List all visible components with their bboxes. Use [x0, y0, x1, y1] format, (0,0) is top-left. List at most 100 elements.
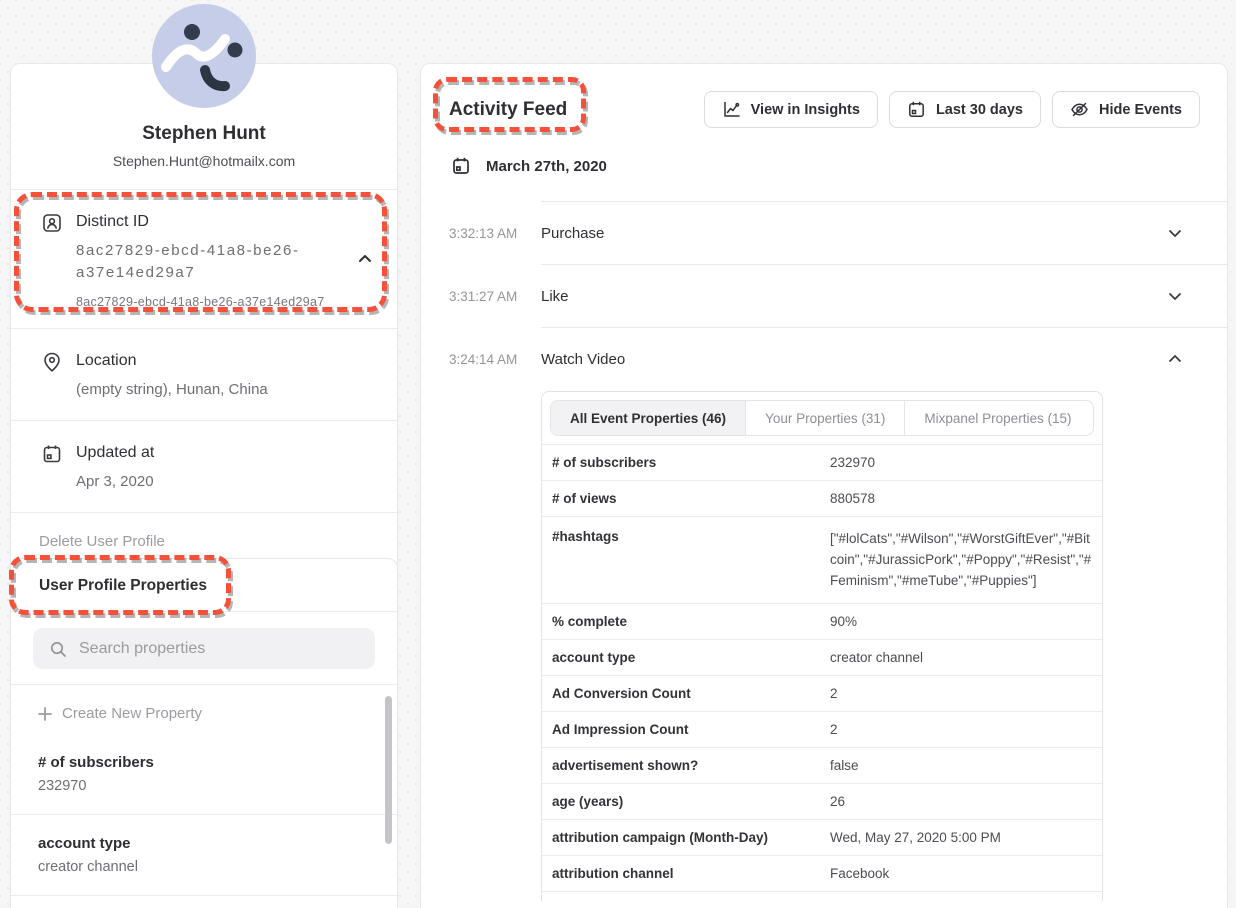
plus-icon	[38, 707, 52, 721]
property-key: attribution channel	[542, 858, 830, 890]
user-profile-card: Stephen Hunt Stephen.Hunt@hotmailx.com D…	[10, 63, 398, 573]
property-value: false	[830, 748, 1102, 783]
updated-at-body: Updated at Apr 3, 2020	[76, 442, 373, 493]
event-properties-table: # of subscribers 232970 # of views 88057…	[542, 444, 1102, 901]
chevron-down-icon[interactable]	[1167, 225, 1183, 241]
event-row-watch-video[interactable]: 3:24:14 AM Watch Video	[421, 328, 1227, 390]
table-row: attribution campaign (Month-Day) Wed, Ma…	[542, 819, 1102, 855]
scrollbar-thumb[interactable]	[385, 696, 392, 844]
property-value: Wed, May 27, 2020 5:00 PM	[830, 820, 1102, 855]
location-value: (empty string), Hunan, China	[76, 379, 373, 401]
calendar-icon	[41, 443, 63, 465]
distinct-id-label: Distinct ID	[76, 211, 373, 233]
event-row-like[interactable]: 3:31:27 AM Like	[421, 265, 1227, 327]
property-key: # of subscribers	[542, 447, 830, 479]
user-email: Stephen.Hunt@hotmailx.com	[31, 151, 377, 171]
property-list-item[interactable]: # of subscribers 232970	[11, 734, 397, 814]
event-properties-tabs: All Event Properties (46) Your Propertie…	[550, 400, 1094, 436]
table-row: % complete 90%	[542, 603, 1102, 639]
hide-events-button[interactable]: Hide Events	[1052, 91, 1200, 128]
calendar-icon	[451, 156, 471, 176]
activity-feed-title: Activity Feed	[449, 97, 567, 123]
calendar-icon	[907, 100, 926, 119]
updated-at-value: Apr 3, 2020	[76, 471, 373, 493]
feed-buttons: View in Insights Last 30 days Hide Event…	[704, 91, 1200, 128]
activity-feed-card: Activity Feed View in Insights Last 30 d…	[420, 63, 1228, 908]
line-chart-icon	[722, 100, 741, 119]
property-value: Facebook	[830, 856, 1102, 891]
table-row: # of subscribers 232970	[542, 444, 1102, 480]
property-name: account type	[38, 834, 373, 854]
tab-your-properties[interactable]: Your Properties (31)	[746, 401, 905, 435]
properties-title: User Profile Properties	[39, 577, 207, 594]
divider	[11, 895, 397, 896]
search-box[interactable]	[33, 628, 375, 669]
table-row: # of views 880578	[542, 480, 1102, 516]
updated-at-section: Updated at Apr 3, 2020	[11, 421, 397, 512]
property-value: 26	[830, 784, 1102, 819]
property-key: Ad Conversion Count	[542, 678, 830, 710]
event-time: 3:31:27 AM	[449, 289, 541, 304]
date-range-label: Last 30 days	[936, 102, 1023, 118]
location-section: Location (empty string), Hunan, China	[11, 329, 397, 420]
tab-mixpanel-properties[interactable]: Mixpanel Properties (15)	[905, 401, 1090, 435]
activity-feed-header: Activity Feed View in Insights Last 30 d…	[421, 64, 1227, 128]
event-name: Like	[541, 288, 1167, 305]
property-key: Ad Impression Count	[542, 714, 830, 746]
property-value: 90%	[830, 604, 1102, 639]
properties-list: Create New Property # of subscribers 232…	[11, 685, 397, 896]
table-row: Ad Conversion Count 2	[542, 675, 1102, 711]
location-pin-icon	[41, 351, 63, 373]
location-body: Location (empty string), Hunan, China	[76, 350, 373, 401]
avatar	[152, 4, 256, 108]
event-name: Purchase	[541, 225, 1167, 242]
event-properties-panel: All Event Properties (46) Your Propertie…	[541, 391, 1103, 901]
search-icon	[49, 640, 67, 658]
properties-title-row: User Profile Properties	[11, 559, 397, 611]
create-new-property-label: Create New Property	[62, 705, 202, 722]
distinct-id-body: Distinct ID 8ac27829-ebcd-41a8-be26-a37e…	[76, 211, 373, 309]
property-value: creator channel	[38, 857, 373, 877]
tab-all-event-properties[interactable]: All Event Properties (46)	[551, 401, 746, 435]
date-group-label: March 27th, 2020	[486, 158, 607, 175]
distinct-id-section[interactable]: Distinct ID 8ac27829-ebcd-41a8-be26-a37e…	[11, 190, 397, 328]
distinct-id-subvalue: 8ac27829-ebcd-41a8-be26-a37e14ed29a7	[76, 295, 373, 309]
event-time: 3:32:13 AM	[449, 226, 541, 241]
property-value: ["#lolCats","#Wilson","#WorstGiftEver","…	[830, 517, 1102, 603]
search-wrap	[11, 612, 397, 684]
view-in-insights-button[interactable]: View in Insights	[704, 91, 878, 128]
property-value: 2	[830, 676, 1102, 711]
event-time: 3:24:14 AM	[449, 352, 541, 367]
id-badge-icon	[41, 212, 63, 234]
table-row: account type creator channel	[542, 639, 1102, 675]
location-label: Location	[76, 350, 373, 372]
table-row: advertisement shown? false	[542, 747, 1102, 783]
event-row-purchase[interactable]: 3:32:13 AM Purchase	[421, 202, 1227, 264]
create-new-property-button[interactable]: Create New Property	[11, 685, 397, 734]
chevron-down-icon[interactable]	[1167, 288, 1183, 304]
property-value: 232970	[830, 445, 1102, 480]
date-range-button[interactable]: Last 30 days	[889, 91, 1041, 128]
property-key: # of views	[542, 483, 830, 515]
property-list-item[interactable]: account type creator channel	[11, 814, 397, 895]
search-properties-input[interactable]	[79, 640, 359, 658]
property-key: age (years)	[542, 786, 830, 818]
property-key: % complete	[542, 606, 830, 638]
property-key: account type	[542, 642, 830, 674]
table-row: #hashtags ["#lolCats","#Wilson","#WorstG…	[542, 516, 1102, 603]
property-name: # of subscribers	[38, 753, 373, 773]
property-value: creator channel	[830, 640, 1102, 675]
eye-off-icon	[1070, 100, 1089, 119]
property-value: 2	[830, 712, 1102, 747]
chevron-up-icon[interactable]	[1167, 351, 1183, 367]
view-in-insights-label: View in Insights	[751, 102, 860, 118]
hide-events-label: Hide Events	[1099, 102, 1182, 118]
chevron-up-icon[interactable]	[357, 251, 373, 267]
property-key: advertisement shown?	[542, 750, 830, 782]
user-name: Stephen Hunt	[31, 122, 377, 146]
event-name: Watch Video	[541, 351, 1167, 368]
distinct-id-value: 8ac27829-ebcd-41a8-be26-a37e14ed29a7	[76, 240, 348, 284]
property-value: 880578	[830, 481, 1102, 516]
table-row: age (years) 26	[542, 783, 1102, 819]
date-group-header: March 27th, 2020	[421, 128, 1227, 176]
